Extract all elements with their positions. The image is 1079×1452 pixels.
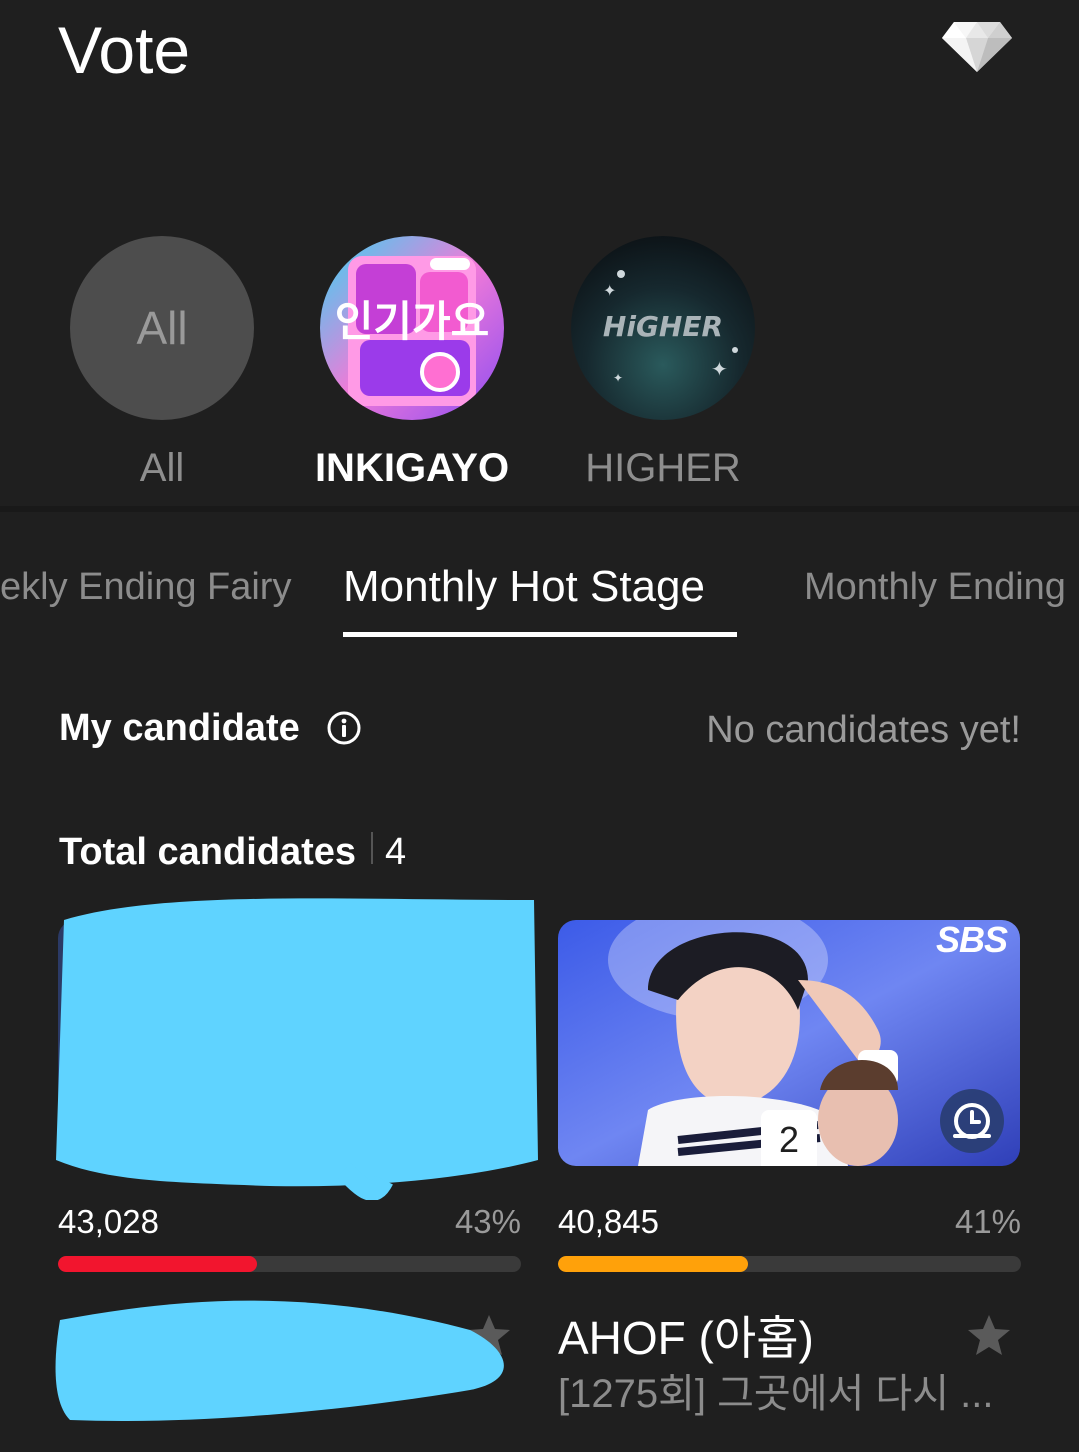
- active-tab-indicator: [343, 632, 737, 637]
- favorite-star-icon[interactable]: [466, 1312, 512, 1358]
- svg-text:✦: ✦: [613, 371, 623, 385]
- heading-divider: [371, 832, 373, 864]
- candidate-2-vote-bar: [558, 1256, 1021, 1272]
- program-label-all[interactable]: All: [32, 442, 292, 494]
- program-label-inkigayo[interactable]: INKIGAYO: [282, 442, 542, 494]
- candidate-2-votes: 40,845: [558, 1203, 659, 1240]
- redaction-scribble-text: [55, 1300, 504, 1421]
- favorite-star-icon[interactable]: [966, 1312, 1012, 1358]
- program-all-circle[interactable]: All: [70, 236, 254, 420]
- my-candidate-heading: My candidate: [59, 707, 300, 749]
- rank-badge: 2: [761, 1110, 817, 1166]
- candidate-2-song: [1275회] 그곳에서 다시 ...: [558, 1372, 994, 1416]
- candidate-2-artist: AHOF (아홉): [558, 1312, 814, 1364]
- vod-play-icon[interactable]: [939, 1088, 1005, 1154]
- page-title: Vote: [58, 13, 191, 87]
- candidate-1-votes: 43,028: [58, 1203, 159, 1240]
- svg-text:✦: ✦: [603, 281, 616, 300]
- svg-text:✦: ✦: [711, 357, 728, 381]
- info-icon[interactable]: [327, 711, 361, 745]
- candidate-2-vote-bar-fill: [558, 1256, 748, 1272]
- tab-monthly-ending-fairy[interactable]: Monthly Ending F: [804, 560, 1079, 614]
- section-divider: [0, 506, 1079, 512]
- no-candidates-text: No candidates yet!: [706, 709, 1021, 751]
- total-candidates-heading: Total candidates: [59, 831, 357, 873]
- higher-logo[interactable]: ✦ ✦ ✦ HiGHER: [571, 236, 755, 420]
- candidate-1-vote-bar: [58, 1256, 521, 1272]
- total-candidates-count: 4: [385, 831, 407, 873]
- candidate-2-percent: 41%: [954, 1203, 1021, 1240]
- program-label-higher[interactable]: HIGHER: [533, 442, 793, 494]
- diamond-icon[interactable]: [940, 18, 1014, 74]
- inkigayo-logo-text: 인기가요: [335, 297, 490, 346]
- broadcaster-logo: SBS: [936, 919, 1008, 960]
- candidate-1-vote-bar-fill: [58, 1256, 258, 1272]
- candidate-1-thumbnail[interactable]: [58, 920, 520, 1166]
- tab-monthly-hot-stage[interactable]: Monthly Hot Stage: [343, 560, 705, 614]
- program-all-circle-text: All: [136, 302, 188, 354]
- higher-logo-text: HiGHER: [603, 310, 723, 343]
- tab-weekly-ending-fairy[interactable]: ekly Ending Fairy: [0, 560, 291, 614]
- inkigayo-logo[interactable]: 인기가요: [320, 236, 504, 420]
- candidate-1-percent: 43%: [454, 1203, 521, 1240]
